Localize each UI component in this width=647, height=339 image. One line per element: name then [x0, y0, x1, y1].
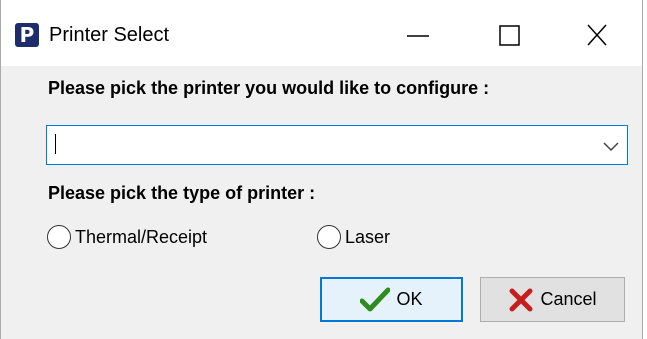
printer-select-dialog: P Printer Select Please pick the printer… [0, 0, 643, 339]
app-icon-letter: P [19, 23, 35, 47]
radio-thermal-label[interactable]: Thermal/Receipt [75, 227, 207, 248]
radio-thermal-receipt[interactable]: Thermal/Receipt [47, 224, 207, 250]
cancel-button-label: Cancel [540, 289, 597, 309]
minimize-button[interactable] [371, 0, 463, 66]
radio-laser[interactable]: Laser [317, 224, 390, 250]
cancel-button[interactable]: Cancel [480, 277, 625, 322]
x-mark-icon [509, 288, 533, 311]
minimize-icon [407, 35, 429, 37]
ok-button[interactable]: OK [320, 277, 463, 322]
app-icon: P [15, 23, 39, 47]
window-title: Printer Select [49, 24, 170, 46]
printer-combobox[interactable] [46, 125, 628, 165]
maximize-icon [499, 25, 520, 46]
radio-button-circle[interactable] [47, 225, 71, 249]
printer-type-label: Please pick the type of printer : [48, 183, 316, 203]
chevron-down-icon[interactable] [601, 136, 621, 156]
ok-button-label: OK [396, 289, 423, 309]
title-bar[interactable]: P Printer Select [1, 0, 642, 66]
radio-button-circle[interactable] [317, 225, 341, 249]
checkmark-icon [360, 287, 391, 311]
close-button[interactable] [550, 0, 642, 66]
maximize-button[interactable] [463, 0, 555, 66]
close-icon [587, 24, 607, 46]
printer-prompt-label: Please pick the printer you would like t… [48, 78, 490, 98]
radio-laser-label[interactable]: Laser [345, 227, 390, 248]
text-caret [55, 134, 56, 154]
printer-combo-input[interactable] [48, 127, 588, 163]
